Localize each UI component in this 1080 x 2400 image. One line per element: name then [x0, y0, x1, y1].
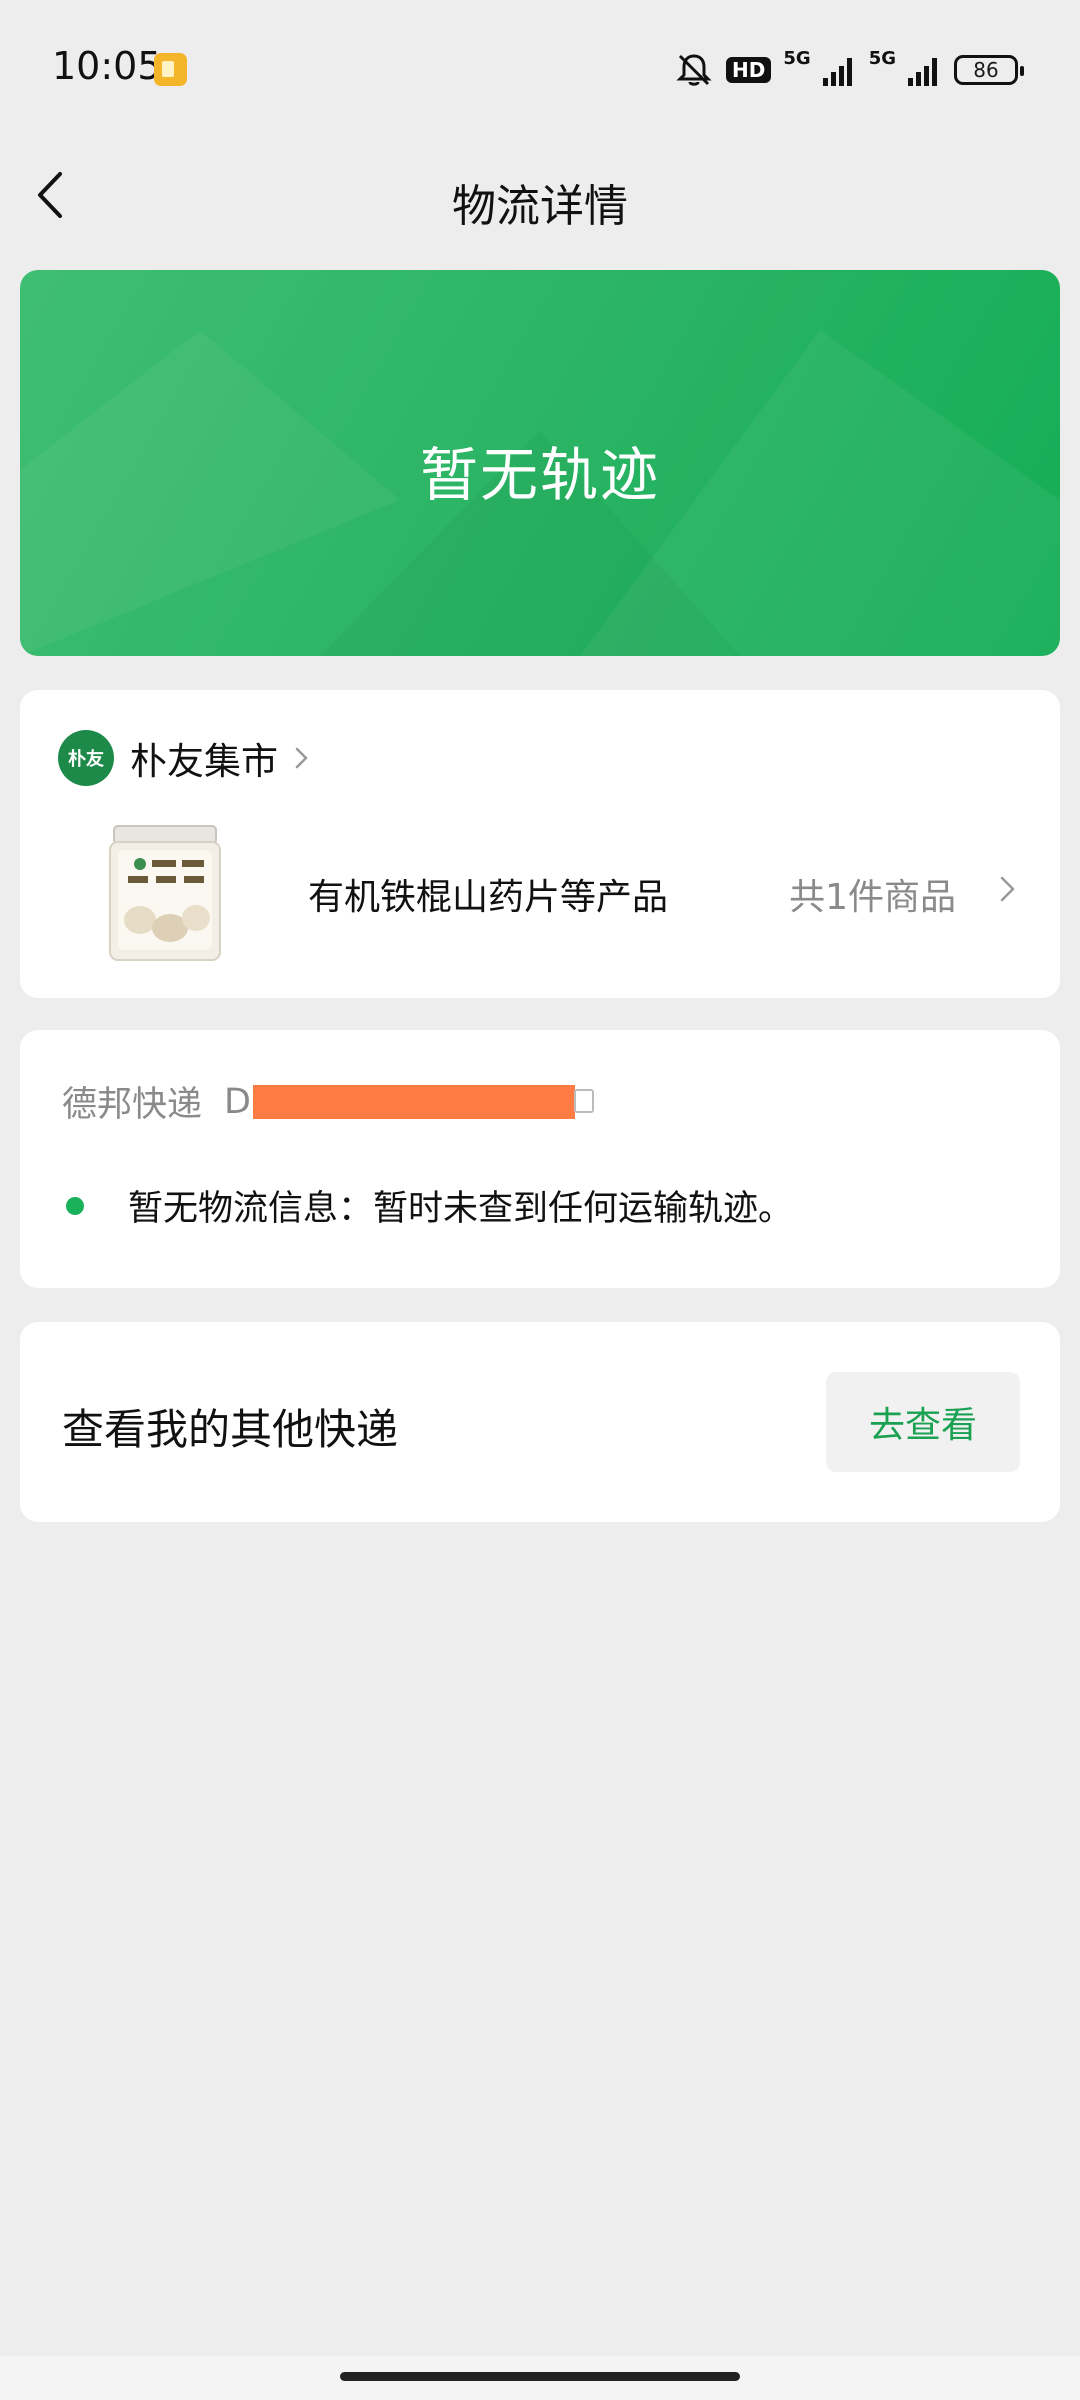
tracking-status-banner: 暂无轨迹	[20, 270, 1060, 656]
chevron-right-icon	[1000, 876, 1015, 902]
logistics-card: 德邦快递 D 暂无物流信息：暂时未查到任何运输轨迹。	[20, 1030, 1060, 1288]
tracking-status: 暂无物流信息：暂时未查到任何运输轨迹。	[66, 1180, 793, 1231]
status-time: 10:05	[52, 44, 162, 88]
shop-logo: 朴友	[58, 730, 114, 786]
view-other-parcels-button[interactable]: 去查看	[826, 1372, 1020, 1472]
other-parcels-card: 查看我的其他快递 去查看	[20, 1322, 1060, 1522]
courier-row: 德邦快递 D	[62, 1076, 599, 1127]
shop-card: 朴友 朴友集市 有机铁棍山药片等产品 共1件商品	[20, 690, 1060, 998]
tracking-number-redacted	[252, 1084, 575, 1119]
net-label-2: 5G	[868, 47, 896, 69]
page-title: 物流详情	[452, 181, 628, 232]
shop-name: 朴友集市	[130, 740, 278, 783]
status-icons: HD 5G 5G 86	[674, 47, 1024, 90]
app-notification-icon	[154, 53, 187, 86]
tracking-number: D	[224, 1081, 251, 1122]
signal-icon	[822, 54, 857, 86]
tracking-status-text: 暂无物流信息：暂时未查到任何运输轨迹。	[128, 1189, 794, 1229]
shop-link[interactable]: 朴友 朴友集市	[58, 730, 312, 786]
battery-icon: 86	[954, 55, 1024, 85]
mute-bell-icon	[674, 50, 714, 90]
status-bar: 10:05 HD 5G 5G 86	[0, 0, 1080, 140]
battery-level: 86	[973, 58, 999, 82]
nav-bar: 物流详情	[0, 140, 1080, 250]
signal-icon	[908, 54, 942, 86]
chevron-right-icon	[295, 747, 308, 769]
home-indicator[interactable]	[340, 2372, 740, 2381]
copy-icon[interactable]	[571, 1086, 599, 1118]
product-row[interactable]: 有机铁棍山药片等产品 共1件商品	[78, 820, 1020, 970]
hd-icon: HD	[726, 57, 772, 83]
banner-text: 暂无轨迹	[419, 441, 660, 509]
status-dot-icon	[66, 1196, 84, 1215]
product-name: 有机铁棍山药片等产品	[308, 877, 669, 918]
courier-name: 德邦快递	[62, 1085, 203, 1125]
product-thumbnail	[109, 825, 221, 961]
product-count: 共1件商品	[789, 877, 956, 918]
other-parcels-title: 查看我的其他快递	[62, 1405, 399, 1454]
net-label-1: 5G	[783, 47, 811, 69]
